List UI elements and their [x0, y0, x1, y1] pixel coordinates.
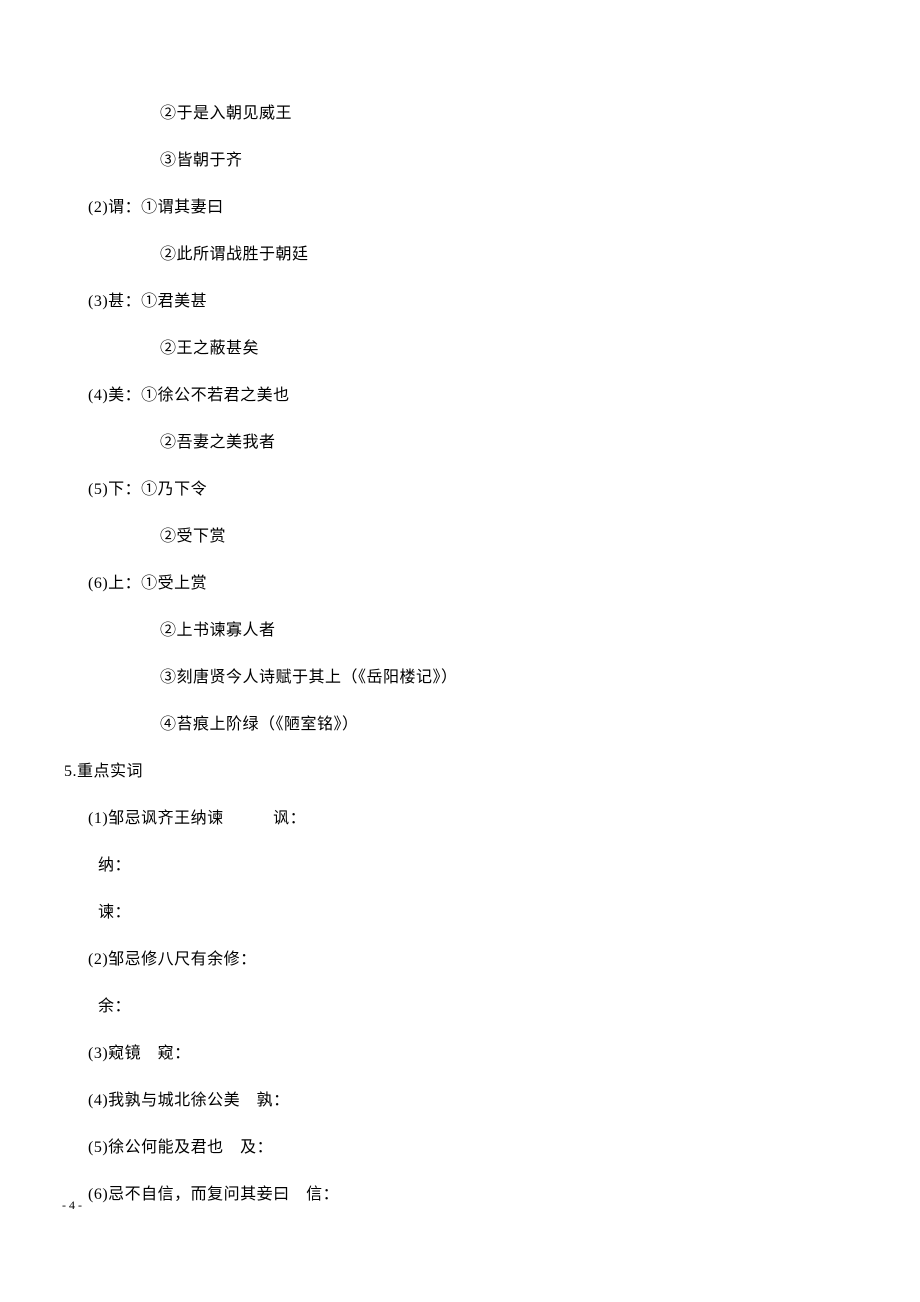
- text-line: (2)邹忌修八尺有余修：: [88, 948, 832, 972]
- section-heading: 5.重点实词: [64, 760, 832, 784]
- text-line: (6)上：①受上赏: [88, 572, 832, 596]
- text-line: (5)下：①乃下令: [88, 478, 832, 502]
- text-line: (5)徐公何能及君也 及：: [88, 1136, 832, 1160]
- text-line: ②吾妻之美我者: [88, 431, 832, 455]
- text-line: (3)窥镜 窥：: [88, 1042, 832, 1066]
- text-line: ②受下赏: [88, 525, 832, 549]
- text-line: ②于是入朝见威王: [88, 102, 832, 126]
- text-line: 谏：: [88, 901, 832, 925]
- text-line: ③皆朝于齐: [88, 149, 832, 173]
- text-line: (4)我孰与城北徐公美 孰：: [88, 1089, 832, 1113]
- text-line: (6)忌不自信，而复问其妾曰 信：: [88, 1183, 832, 1207]
- text-line: 纳：: [88, 854, 832, 878]
- text-line: (4)美：①徐公不若君之美也: [88, 384, 832, 408]
- text-line: ②上书谏寡人者: [88, 619, 832, 643]
- text-line: (2)谓：①谓其妻曰: [88, 196, 832, 220]
- text-line: ②此所谓战胜于朝廷: [88, 243, 832, 267]
- page-number: - 4 -: [62, 1196, 82, 1214]
- text-line: (1)邹忌讽齐王纳谏 讽：: [88, 807, 832, 831]
- text-line: 余：: [88, 995, 832, 1019]
- text-line: (3)甚：①君美甚: [88, 290, 832, 314]
- text-line: ④苔痕上阶绿（《陋室铭》）: [88, 713, 832, 737]
- document-body: ②于是入朝见威王 ③皆朝于齐 (2)谓：①谓其妻曰 ②此所谓战胜于朝廷 (3)甚…: [0, 0, 920, 1207]
- text-line: ③刻唐贤今人诗赋于其上（《岳阳楼记》）: [88, 666, 832, 690]
- text-line: ②王之蔽甚矣: [88, 337, 832, 361]
